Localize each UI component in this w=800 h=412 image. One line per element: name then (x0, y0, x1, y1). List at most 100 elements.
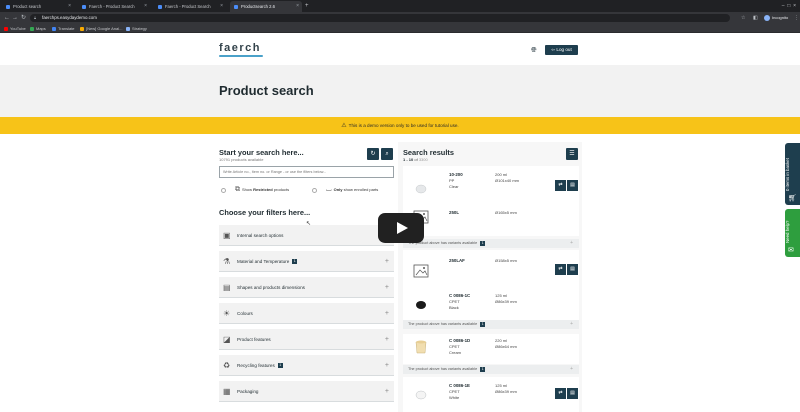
filter-product-features[interactable]: ◪ Product features + (219, 329, 394, 350)
document-icon: ▤ (570, 390, 575, 396)
compare-button[interactable]: ⇄ (555, 388, 566, 399)
results-title: Search results (403, 148, 454, 157)
expand-icon[interactable]: + (385, 277, 389, 298)
datasheet-button[interactable]: ▤ (567, 264, 578, 275)
logout-button[interactable]: ⇦ Log out (545, 45, 578, 55)
filter-material-temperature[interactable]: ⚗ Material and Temperature 1 + (219, 251, 394, 272)
chat-icon: ✉ (788, 247, 794, 254)
filters-title: Choose your filters here... (219, 208, 311, 217)
variants-row[interactable]: The product above has variants available… (403, 365, 579, 374)
menu-icon[interactable]: ⋮ (794, 12, 799, 24)
translate-icon (52, 26, 56, 31)
back-icon[interactable]: ← (4, 12, 10, 24)
warning-icon: ⚠ (341, 123, 347, 129)
address-bar: ← → ↻ 🔒︎ faerchps.easydaydemo.com ☆ ◧ Inc… (0, 12, 800, 24)
close-tab-icon[interactable]: × (68, 1, 71, 12)
cup-icon: ⌴ (326, 186, 332, 193)
expand-icon[interactable]: + (570, 239, 573, 248)
bookmarks-bar: YouTube Maps Translate [New] Google Anal… (0, 24, 800, 33)
video-play-button[interactable] (378, 213, 424, 243)
new-tab-button[interactable]: + (305, 1, 309, 12)
product-card-250l[interactable]: 250L Ø165x5 mm (403, 196, 579, 236)
maps-icon (30, 26, 34, 31)
bookmark-translate[interactable]: Translate (52, 24, 75, 33)
demo-banner: ⚠ This is a demo version only to be used … (0, 117, 800, 134)
browser-tab-1[interactable]: Product search × (2, 1, 74, 12)
bookmark-youtube[interactable]: YouTube (4, 24, 26, 33)
enrolled-parts-option[interactable]: ⌴ Only show enrolled parts (312, 186, 378, 194)
profile-button[interactable]: Incognito (764, 14, 788, 22)
search-input[interactable] (219, 166, 394, 178)
bookmark-analytics[interactable]: [New] Google Anal... (80, 24, 122, 33)
sort-results-button[interactable]: ☰ (566, 148, 578, 160)
bookmark-star-icon[interactable]: ☆ (741, 12, 745, 24)
page-hero (0, 65, 800, 117)
filter-recycling-features[interactable]: ♻ Recycling features 1 + (219, 355, 394, 376)
favicon-icon (158, 4, 162, 9)
filter-shapes-dimensions[interactable]: ▤ Shapes and products dimensions + (219, 277, 394, 298)
compare-icon: ⇄ (558, 266, 563, 272)
window-controls[interactable]: – □ × (782, 0, 796, 12)
document-icon: ▤ (570, 266, 575, 272)
filter-count-badge: 1 (292, 259, 298, 265)
reload-icon[interactable]: ↻ (21, 12, 26, 24)
search-options-icon: ▣ (223, 231, 231, 240)
browser-tab-3[interactable]: Faerch - Product Search × (154, 1, 226, 12)
expand-icon[interactable]: + (570, 320, 573, 329)
product-card-c0086-1d[interactable]: C 0086-1D CPET Cream 220 ml Ø86x64 mm (403, 334, 579, 364)
close-tab-icon[interactable]: × (296, 1, 299, 12)
datasheet-button[interactable]: ▤ (567, 180, 578, 191)
ruler-icon: ▤ (223, 283, 231, 292)
expand-icon[interactable]: + (385, 303, 389, 324)
enrolled-radio[interactable] (312, 187, 317, 193)
reset-search-button[interactable]: ↻ (367, 148, 379, 160)
product-thumbnail (415, 390, 427, 400)
favicon-icon (234, 4, 238, 9)
variants-row[interactable]: The product above has variants available… (403, 239, 579, 248)
bookmark-maps[interactable]: Maps (30, 24, 46, 33)
forward-icon[interactable]: → (12, 12, 18, 24)
expand-icon[interactable]: + (385, 251, 389, 272)
expand-icon[interactable]: + (570, 365, 573, 374)
faerch-logo[interactable]: faerch (219, 42, 261, 54)
filter-count-badge: 1 (277, 363, 283, 369)
basket-icon: 🛒︎ (788, 195, 797, 202)
product-card-250laf[interactable]: 250LAF Ø158x5 mm ⇄ ▤ (403, 250, 579, 292)
datasheet-button[interactable]: ▤ (567, 388, 578, 399)
product-card-c0086-1c[interactable]: C 0086-1C CPET Black 125 ml Ø86x39 mm (403, 292, 579, 320)
compare-button[interactable]: ⇄ (555, 264, 566, 275)
features-icon: ◪ (223, 335, 231, 344)
browser-tab-4[interactable]: Productsearch 2.6 × (230, 1, 302, 12)
globe-icon[interactable]: 🌐︎ (531, 47, 537, 55)
close-tab-icon[interactable]: × (144, 1, 147, 12)
basket-side-tab[interactable]: 0 items in basket 🛒︎ (785, 143, 800, 205)
expand-icon[interactable]: + (385, 381, 389, 402)
extensions-icon[interactable]: ◧ (753, 12, 758, 24)
recycle-icon: ♻ (223, 361, 231, 370)
product-card-c0086-1e[interactable]: C 0086-1E CPET White 125 ml Ø86x39 mm ⇄ … (403, 377, 579, 412)
variants-row[interactable]: The product above has variants available… (403, 320, 579, 329)
box-icon: ▦ (223, 387, 231, 396)
bookmark-strategy[interactable]: Strategy (126, 24, 147, 33)
logo-swoosh (219, 55, 263, 57)
close-tab-icon[interactable]: × (220, 1, 223, 12)
expand-icon[interactable]: + (385, 329, 389, 350)
avatar (764, 14, 770, 21)
search-title: Start your search here... (219, 148, 304, 157)
filter-colours[interactable]: ☀ Colours + (219, 303, 394, 324)
folder-icon (126, 26, 130, 31)
filter-internal-search-options[interactable]: ▣ Internal search options (219, 225, 394, 246)
product-thumbnail (415, 340, 427, 354)
expand-icon[interactable]: + (385, 355, 389, 376)
help-side-tab[interactable]: Need help? ✉ (785, 209, 800, 257)
browser-tab-2[interactable]: Faerch - Product Search × (78, 1, 150, 12)
image-placeholder-icon (413, 264, 429, 278)
compare-icon: ⇄ (558, 390, 563, 396)
restricted-products-option[interactable]: ⧉ Show Restricted products (221, 186, 289, 194)
image-search-icon: ⌕ (385, 151, 389, 157)
url-field[interactable]: 🔒︎ faerchps.easydaydemo.com (30, 14, 730, 22)
image-search-button[interactable]: ⌕ (381, 148, 393, 160)
compare-button[interactable]: ⇄ (555, 180, 566, 191)
filter-packaging[interactable]: ▦ Packaging + (219, 381, 394, 402)
restricted-radio[interactable] (221, 187, 226, 193)
